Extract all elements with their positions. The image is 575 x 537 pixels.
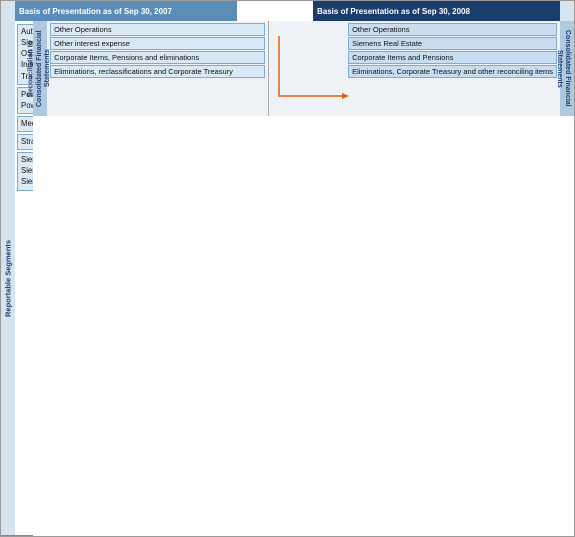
header-mid-spacer — [237, 1, 313, 21]
main-container: Basis of Presentation as of Sep 30, 2007… — [0, 0, 575, 537]
header-spacer-right — [560, 1, 574, 21]
medical-group-left: Medical Solutions (Med) — [17, 116, 33, 132]
recon-right-item-3: Eliminations, Corporate Treasury and oth… — [348, 65, 557, 78]
header-spacer-left — [1, 1, 15, 21]
item-sre: Siemens Real Estate — [21, 177, 33, 187]
item-sfs: Siemens Financial Services — [21, 166, 33, 176]
recon-right-item-0: Other Operations — [348, 23, 557, 36]
content-rows: Reportable Segments Automation and Drive… — [1, 21, 574, 536]
header-right: Basis of Presentation as of Sep 30, 2008 — [313, 1, 560, 21]
recon-label-right: Reconciliation to Consolidated Financial… — [560, 21, 574, 116]
recon-left-item-0: Other Operations — [50, 23, 265, 36]
recon-left-item-2: Corporate Items, Pensions and eliminatio… — [50, 51, 265, 64]
recon-label-left: Reconciliation to Consolidated Financial… — [33, 21, 47, 116]
recon-left-items: Other Operations Other interest expense … — [47, 21, 269, 116]
headers-row: Basis of Presentation as of Sep 30, 2007… — [1, 1, 574, 21]
recon-right-item-1: Siemens Real Estate — [348, 37, 557, 50]
recon-middle — [269, 21, 345, 116]
recon-right-item-2: Corporate Items and Pensions — [348, 51, 557, 64]
seg-label-left: Reportable Segments — [1, 21, 15, 535]
recon-left-item-1: Other interest expense — [50, 37, 265, 50]
header-right-text: Basis of Presentation as of Sep 30, 2008 — [317, 7, 470, 16]
header-left: Basis of Presentation as of Sep 30, 2007 — [15, 1, 237, 21]
recon-left-item-3: Eliminations, reclassifications and Corp… — [50, 65, 265, 78]
reconciliation-row: Reconciliation to Consolidated Financial… — [33, 21, 574, 116]
connector-svg — [269, 21, 345, 116]
sei-group-left: Strategic Equity Investments (SEI) — [17, 134, 33, 150]
others-group-left: Siemens IT Solutions and Services Siemen… — [17, 152, 33, 190]
header-left-text: Basis of Presentation as of Sep 30, 2007 — [19, 7, 172, 16]
item-med: Medical Solutions (Med) — [21, 119, 33, 129]
item-sits: Siemens IT Solutions and Services — [21, 155, 33, 165]
recon-right-items: Other Operations Siemens Real Estate Cor… — [345, 21, 560, 116]
item-sei: Strategic Equity Investments (SEI) — [21, 137, 33, 147]
